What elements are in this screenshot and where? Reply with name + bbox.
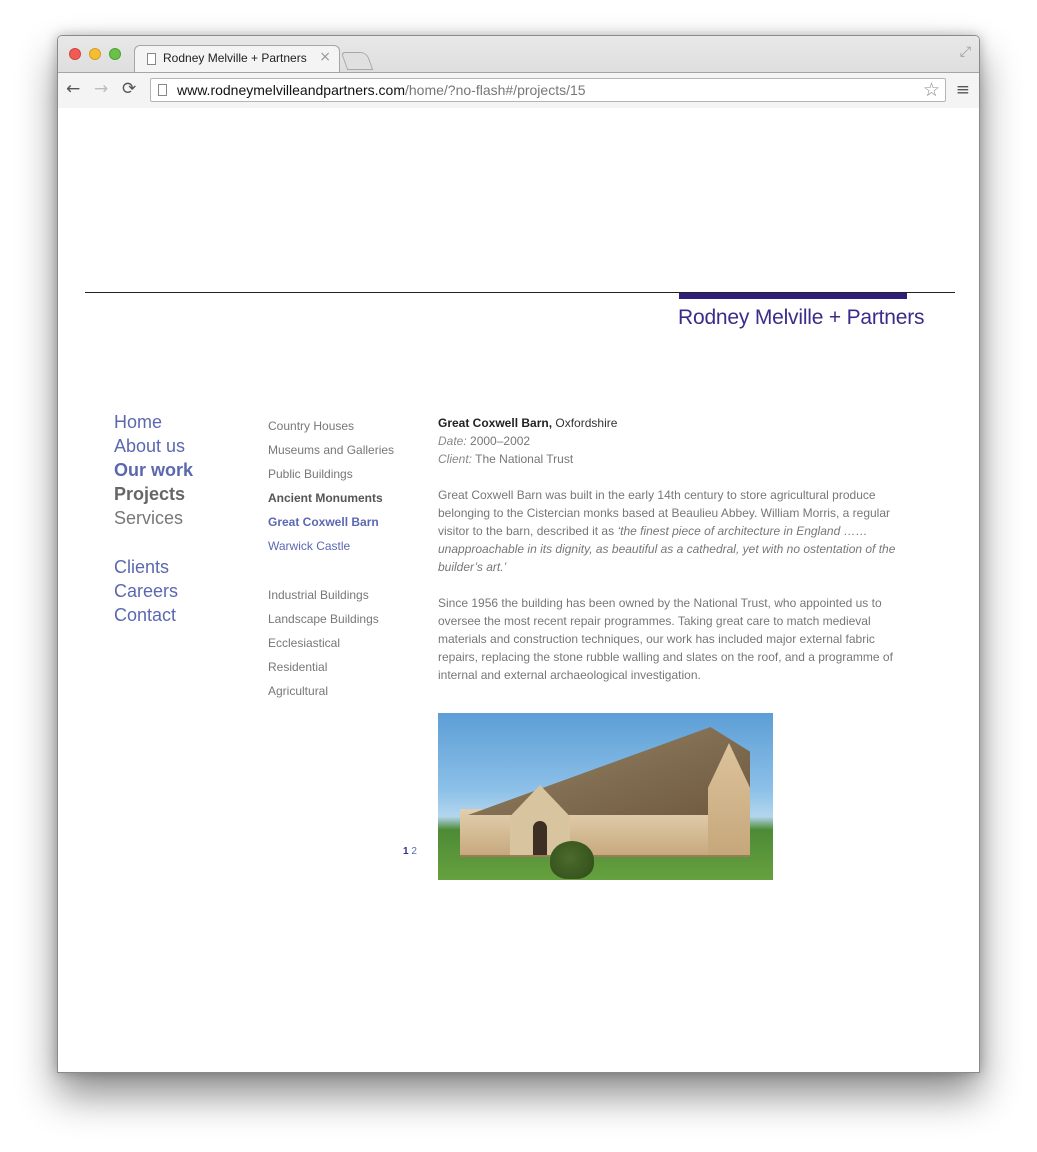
category-public-buildings[interactable]: Public Buildings <box>268 462 394 486</box>
nav-about-us[interactable]: About us <box>114 434 193 458</box>
nav-services[interactable]: Services <box>114 506 193 530</box>
nav-our-work[interactable]: Our work <box>114 458 193 482</box>
logo-bar <box>679 293 907 299</box>
category-museums-galleries[interactable]: Museums and Galleries <box>268 438 394 462</box>
main-nav: Home About us Our work Projects Services… <box>114 410 193 627</box>
pager-page-2[interactable]: 2 <box>411 846 417 857</box>
browser-toolbar: ← → ⟳ www.rodneymelvilleandpartners.com/… <box>58 72 979 109</box>
nav-careers[interactable]: Careers <box>114 579 193 603</box>
browser-tab[interactable]: Rodney Melville + Partners × <box>134 45 340 72</box>
forward-arrow-icon[interactable]: → <box>94 79 108 99</box>
category-country-houses[interactable]: Country Houses <box>268 414 394 438</box>
page-content: Rodney Melville + Partners Home About us… <box>58 108 979 1072</box>
site-logo[interactable]: Rodney Melville + Partners <box>678 306 925 330</box>
category-residential[interactable]: Residential <box>268 655 394 679</box>
nav-home[interactable]: Home <box>114 410 193 434</box>
new-tab-button[interactable] <box>340 52 374 70</box>
address-bar[interactable]: www.rodneymelvilleandpartners.com/home/?… <box>150 78 946 102</box>
url-host: www.rodneymelvilleandpartners.com <box>177 82 405 98</box>
pager-page-1[interactable]: 1 <box>403 846 409 857</box>
project-great-coxwell-barn[interactable]: Great Coxwell Barn <box>268 510 394 534</box>
document-icon <box>147 53 156 65</box>
nav-projects[interactable]: Projects <box>114 482 193 506</box>
tab-title: Rodney Melville + Partners <box>163 51 307 65</box>
project-warwick-castle[interactable]: Warwick Castle <box>268 534 394 558</box>
back-arrow-icon[interactable]: ← <box>66 79 80 99</box>
category-industrial-buildings[interactable]: Industrial Buildings <box>268 583 394 607</box>
project-client: Client: The National Trust <box>438 450 898 468</box>
fullscreen-icon[interactable]: ⤢ <box>960 44 971 60</box>
nav-clients[interactable]: Clients <box>114 555 193 579</box>
tab-close-icon[interactable]: × <box>319 49 331 65</box>
page-icon <box>158 84 167 96</box>
barn-roof <box>468 727 750 815</box>
browser-chrome: Rodney Melville + Partners × ⤢ ← → ⟳ www… <box>58 36 979 109</box>
category-ecclesiastical[interactable]: Ecclesiastical <box>268 631 394 655</box>
client-label: Client: <box>438 452 473 466</box>
close-window-button[interactable] <box>69 48 81 60</box>
date-value: 2000–2002 <box>470 434 531 448</box>
category-ancient-monuments[interactable]: Ancient Monuments <box>268 486 394 510</box>
project-title: Great Coxwell Barn, Oxfordshire <box>438 414 898 432</box>
browser-menu-icon[interactable]: ≡ <box>956 80 970 100</box>
description-paragraph-1: Great Coxwell Barn was built in the earl… <box>438 486 898 576</box>
project-detail: Great Coxwell Barn, Oxfordshire Date: 20… <box>438 414 898 684</box>
project-date: Date: 2000–2002 <box>438 432 898 450</box>
browser-window: Rodney Melville + Partners × ⤢ ← → ⟳ www… <box>57 35 980 1073</box>
url-text[interactable]: www.rodneymelvilleandpartners.com/home/?… <box>177 82 586 98</box>
category-agricultural[interactable]: Agricultural <box>268 679 394 703</box>
bush <box>550 841 594 879</box>
project-location: Oxfordshire <box>555 416 618 430</box>
nav-contact[interactable]: Contact <box>114 603 193 627</box>
zoom-window-button[interactable] <box>109 48 121 60</box>
url-path: /home/?no-flash#/projects/15 <box>405 82 586 98</box>
minimize-window-button[interactable] <box>89 48 101 60</box>
date-label: Date: <box>438 434 467 448</box>
barn-door <box>533 821 547 855</box>
project-name: Great Coxwell Barn, <box>438 416 553 430</box>
description-paragraph-2: Since 1956 the building has been owned b… <box>438 596 893 682</box>
category-landscape-buildings[interactable]: Landscape Buildings <box>268 607 394 631</box>
image-pager: 1 2 <box>403 846 417 857</box>
client-value: The National Trust <box>475 452 574 466</box>
bookmark-star-icon[interactable]: ☆ <box>923 79 940 101</box>
project-category-nav: Country Houses Museums and Galleries Pub… <box>268 414 394 703</box>
barn-photo <box>438 713 773 880</box>
reload-icon[interactable]: ⟳ <box>122 79 136 99</box>
barn-wall <box>460 809 750 857</box>
